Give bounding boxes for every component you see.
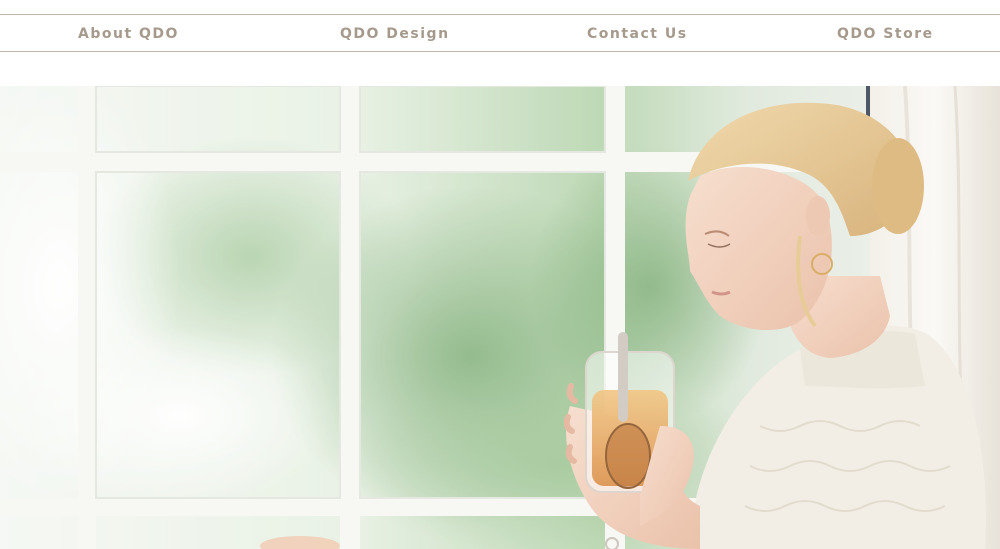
nav-qdo-design-link[interactable]: QDO Design: [340, 15, 450, 52]
hero-image: [0, 86, 1000, 549]
hero-photo-illustration: [0, 86, 1000, 549]
nav-qdo-store-link[interactable]: QDO Store: [837, 15, 934, 52]
nav-contact-us-link[interactable]: Contact Us: [587, 15, 688, 52]
top-navigation: About QDO QDO Design Contact Us QDO Stor…: [0, 14, 1000, 52]
nav-about-qdo-link[interactable]: About QDO: [78, 15, 179, 52]
